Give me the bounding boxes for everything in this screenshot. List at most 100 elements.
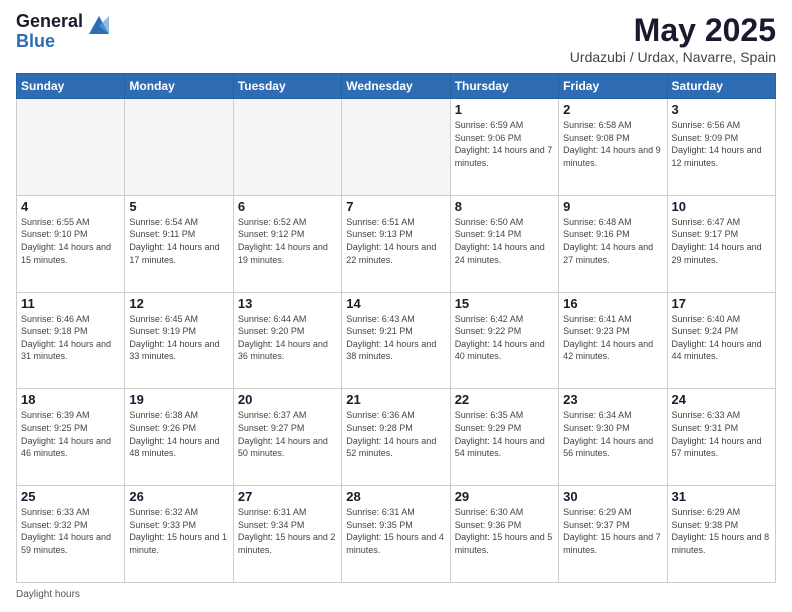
calendar-week-3: 11Sunrise: 6:46 AM Sunset: 9:18 PM Dayli… [17, 292, 776, 389]
day-info: Sunrise: 6:51 AM Sunset: 9:13 PM Dayligh… [346, 216, 445, 266]
calendar-cell: 14 Sunrise: 6:43 AM Sunset: 9:21 PM Dayli… [342, 292, 450, 389]
day-info: Sunrise: 6:30 AM Sunset: 9:36 PM Dayligh… [455, 506, 554, 556]
calendar-header-monday: Monday [125, 74, 233, 99]
day-number: 14 [346, 296, 445, 311]
calendar-week-4: 18Sunrise: 6:39 AM Sunset: 9:25 PM Dayli… [17, 389, 776, 486]
calendar-cell: 12 Sunrise: 6:45 AM Sunset: 9:19 PM Dayli… [125, 292, 233, 389]
day-info: Sunrise: 6:41 AM Sunset: 9:23 PM Dayligh… [563, 313, 662, 363]
day-info: Sunrise: 6:37 AM Sunset: 9:27 PM Dayligh… [238, 409, 337, 459]
calendar-header-row: SundayMondayTuesdayWednesdayThursdayFrid… [17, 74, 776, 99]
calendar-cell: 18Sunrise: 6:39 AM Sunset: 9:25 PM Dayli… [17, 389, 125, 486]
calendar-cell: 16 Sunrise: 6:41 AM Sunset: 9:23 PM Dayli… [559, 292, 667, 389]
day-number: 30 [563, 489, 662, 504]
calendar-cell: 4 Sunrise: 6:55 AM Sunset: 9:10 PM Daylig… [17, 195, 125, 292]
day-info: Sunrise: 6:29 AM Sunset: 9:38 PM Dayligh… [672, 506, 771, 556]
day-number: 6 [238, 199, 337, 214]
calendar-cell: 9 Sunrise: 6:48 AM Sunset: 9:16 PM Daylig… [559, 195, 667, 292]
day-info: Sunrise: 6:45 AM Sunset: 9:19 PM Dayligh… [129, 313, 228, 363]
day-info: Sunrise: 6:33 AM Sunset: 9:31 PM Dayligh… [672, 409, 771, 459]
calendar-header-thursday: Thursday [450, 74, 558, 99]
calendar-cell: 29Sunrise: 6:30 AM Sunset: 9:36 PM Dayli… [450, 486, 558, 583]
day-info: Sunrise: 6:40 AM Sunset: 9:24 PM Dayligh… [672, 313, 771, 363]
calendar-cell [17, 99, 125, 196]
calendar-table: SundayMondayTuesdayWednesdayThursdayFrid… [16, 73, 776, 583]
day-number: 16 [563, 296, 662, 311]
calendar-cell: 7Sunrise: 6:51 AM Sunset: 9:13 PM Daylig… [342, 195, 450, 292]
calendar-cell: 24 Sunrise: 6:33 AM Sunset: 9:31 PM Dayli… [667, 389, 775, 486]
day-number: 3 [672, 102, 771, 117]
calendar-cell: 17 Sunrise: 6:40 AM Sunset: 9:24 PM Dayli… [667, 292, 775, 389]
day-info: Sunrise: 6:29 AM Sunset: 9:37 PM Dayligh… [563, 506, 662, 556]
logo-text: General Blue [16, 12, 83, 52]
day-number: 28 [346, 489, 445, 504]
calendar-cell [233, 99, 341, 196]
calendar-cell: 5 Sunrise: 6:54 AM Sunset: 9:11 PM Daylig… [125, 195, 233, 292]
calendar-cell: 20 Sunrise: 6:37 AM Sunset: 9:27 PM Dayli… [233, 389, 341, 486]
logo-general: General [16, 12, 83, 32]
day-number: 23 [563, 392, 662, 407]
day-number: 27 [238, 489, 337, 504]
day-info: Sunrise: 6:52 AM Sunset: 9:12 PM Dayligh… [238, 216, 337, 266]
calendar-cell: 15 Sunrise: 6:42 AM Sunset: 9:22 PM Dayli… [450, 292, 558, 389]
calendar-cell: 31Sunrise: 6:29 AM Sunset: 9:38 PM Dayli… [667, 486, 775, 583]
calendar-header-wednesday: Wednesday [342, 74, 450, 99]
calendar-cell: 30 Sunrise: 6:29 AM Sunset: 9:37 PM Dayli… [559, 486, 667, 583]
day-number: 12 [129, 296, 228, 311]
day-info: Sunrise: 6:31 AM Sunset: 9:34 PM Dayligh… [238, 506, 337, 556]
day-info: Sunrise: 6:33 AM Sunset: 9:32 PM Dayligh… [21, 506, 120, 556]
calendar-cell [125, 99, 233, 196]
calendar-header-friday: Friday [559, 74, 667, 99]
day-number: 5 [129, 199, 228, 214]
day-number: 25 [21, 489, 120, 504]
day-number: 24 [672, 392, 771, 407]
day-info: Sunrise: 6:43 AM Sunset: 9:21 PM Dayligh… [346, 313, 445, 363]
calendar-header-saturday: Saturday [667, 74, 775, 99]
calendar-cell: 25 Sunrise: 6:33 AM Sunset: 9:32 PM Dayli… [17, 486, 125, 583]
day-info: Sunrise: 6:39 AM Sunset: 9:25 PM Dayligh… [21, 409, 120, 459]
day-number: 10 [672, 199, 771, 214]
header: General Blue May 2025 Urdazubi / Urdax, … [16, 12, 776, 65]
calendar-cell: 23 Sunrise: 6:34 AM Sunset: 9:30 PM Dayli… [559, 389, 667, 486]
day-info: Sunrise: 6:50 AM Sunset: 9:14 PM Dayligh… [455, 216, 554, 266]
day-info: Sunrise: 6:55 AM Sunset: 9:10 PM Dayligh… [21, 216, 120, 266]
calendar-cell: 27 Sunrise: 6:31 AM Sunset: 9:34 PM Dayli… [233, 486, 341, 583]
daylight-label: Daylight hours [16, 589, 80, 600]
main-title: May 2025 [570, 12, 776, 49]
day-number: 19 [129, 392, 228, 407]
calendar-cell: 26 Sunrise: 6:32 AM Sunset: 9:33 PM Dayli… [125, 486, 233, 583]
subtitle: Urdazubi / Urdax, Navarre, Spain [570, 49, 776, 65]
day-number: 21 [346, 392, 445, 407]
day-info: Sunrise: 6:35 AM Sunset: 9:29 PM Dayligh… [455, 409, 554, 459]
calendar-cell: 28Sunrise: 6:31 AM Sunset: 9:35 PM Dayli… [342, 486, 450, 583]
day-info: Sunrise: 6:38 AM Sunset: 9:26 PM Dayligh… [129, 409, 228, 459]
day-info: Sunrise: 6:47 AM Sunset: 9:17 PM Dayligh… [672, 216, 771, 266]
day-number: 20 [238, 392, 337, 407]
day-number: 13 [238, 296, 337, 311]
day-info: Sunrise: 6:48 AM Sunset: 9:16 PM Dayligh… [563, 216, 662, 266]
day-info: Sunrise: 6:59 AM Sunset: 9:06 PM Dayligh… [455, 119, 554, 169]
title-block: May 2025 Urdazubi / Urdax, Navarre, Spai… [570, 12, 776, 65]
calendar-cell: 13 Sunrise: 6:44 AM Sunset: 9:20 PM Dayli… [233, 292, 341, 389]
day-number: 9 [563, 199, 662, 214]
day-info: Sunrise: 6:32 AM Sunset: 9:33 PM Dayligh… [129, 506, 228, 556]
day-number: 26 [129, 489, 228, 504]
footer-note: Daylight hours [16, 589, 776, 600]
calendar-header-tuesday: Tuesday [233, 74, 341, 99]
day-info: Sunrise: 6:34 AM Sunset: 9:30 PM Dayligh… [563, 409, 662, 459]
day-info: Sunrise: 6:54 AM Sunset: 9:11 PM Dayligh… [129, 216, 228, 266]
day-number: 2 [563, 102, 662, 117]
day-number: 4 [21, 199, 120, 214]
day-number: 15 [455, 296, 554, 311]
calendar-header-sunday: Sunday [17, 74, 125, 99]
day-number: 17 [672, 296, 771, 311]
calendar-cell: 6 Sunrise: 6:52 AM Sunset: 9:12 PM Daylig… [233, 195, 341, 292]
calendar-cell [342, 99, 450, 196]
day-info: Sunrise: 6:44 AM Sunset: 9:20 PM Dayligh… [238, 313, 337, 363]
day-info: Sunrise: 6:36 AM Sunset: 9:28 PM Dayligh… [346, 409, 445, 459]
day-number: 8 [455, 199, 554, 214]
day-info: Sunrise: 6:42 AM Sunset: 9:22 PM Dayligh… [455, 313, 554, 363]
calendar-cell: 2Sunrise: 6:58 AM Sunset: 9:08 PM Daylig… [559, 99, 667, 196]
day-info: Sunrise: 6:56 AM Sunset: 9:09 PM Dayligh… [672, 119, 771, 169]
page: General Blue May 2025 Urdazubi / Urdax, … [0, 0, 792, 612]
logo-icon [85, 12, 113, 40]
